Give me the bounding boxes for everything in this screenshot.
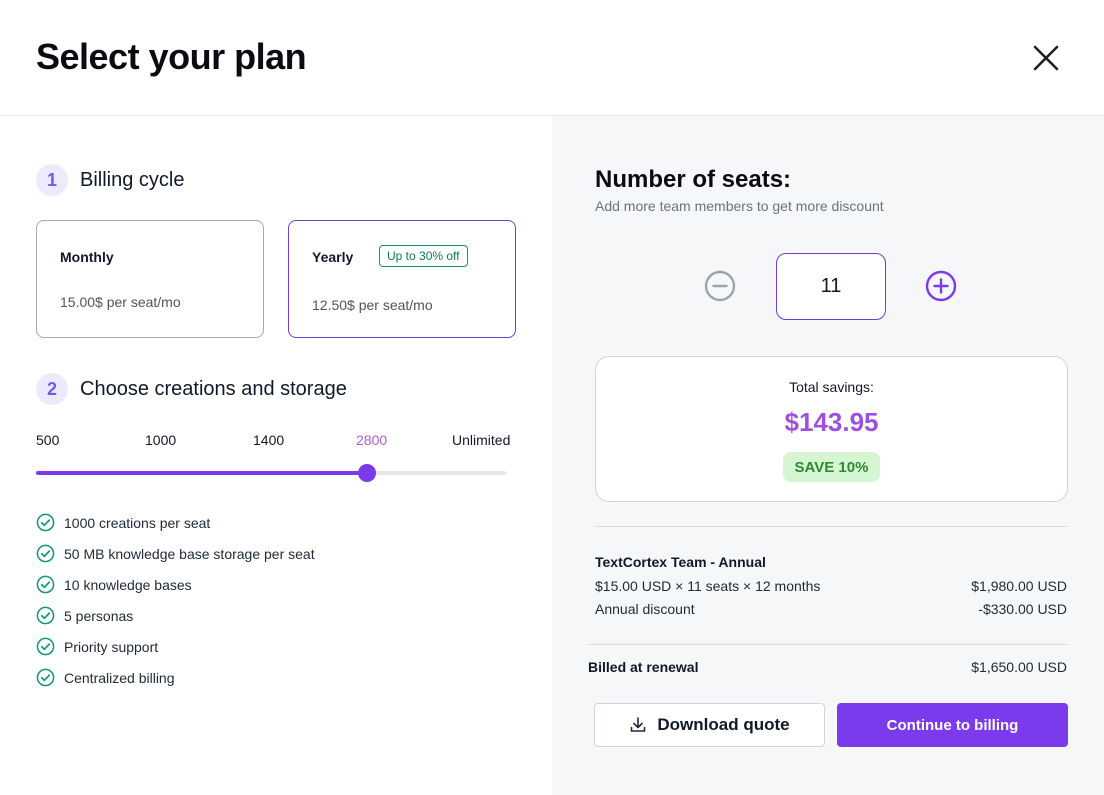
billing-option-yearly[interactable]: Yearly Up to 30% off 12.50$ per seat/mo: [288, 220, 516, 338]
download-icon: [631, 717, 646, 732]
step-number: 1: [36, 164, 68, 196]
check-circle-icon: [36, 513, 55, 532]
discount-badge: Up to 30% off: [379, 245, 468, 267]
seats-subtitle: Add more team members to get more discou…: [595, 198, 884, 214]
slider-stop-1400[interactable]: 1400: [253, 432, 284, 448]
download-label: Download quote: [657, 715, 790, 734]
feature-text: Centralized billing: [64, 669, 175, 686]
save-badge: SAVE 10%: [783, 452, 880, 482]
check-circle-icon: [36, 575, 55, 594]
feature-item: 1000 creations per seat: [36, 507, 315, 538]
feature-item: Priority support: [36, 631, 315, 662]
savings-label: Total savings:: [789, 379, 874, 395]
line-item-value: $1,980.00 USD: [971, 578, 1067, 594]
decrease-seats-button[interactable]: [704, 270, 736, 302]
option-name: Yearly: [312, 249, 354, 265]
check-circle-icon: [36, 544, 55, 563]
storage-slider[interactable]: [36, 464, 506, 482]
increase-seats-button[interactable]: [925, 270, 957, 302]
slider-stop-2800[interactable]: 2800: [356, 432, 387, 448]
slider-fill: [36, 471, 367, 475]
savings-amount: $143.95: [596, 407, 1067, 438]
seats-title: Number of seats:: [595, 166, 792, 193]
discount-label: Annual discount: [595, 601, 695, 617]
plus-circle-icon: [925, 270, 957, 302]
feature-item: 10 knowledge bases: [36, 569, 315, 600]
feature-item: 50 MB knowledge base storage per seat: [36, 538, 315, 569]
check-circle-icon: [36, 606, 55, 625]
discount-value: -$330.00 USD: [978, 601, 1067, 617]
slider-stop-500[interactable]: 500: [36, 432, 59, 448]
divider: [588, 644, 1068, 645]
billed-label: Billed at renewal: [588, 659, 699, 675]
minus-circle-icon: [704, 270, 736, 302]
feature-text: Priority support: [64, 638, 159, 655]
close-icon: [1033, 45, 1059, 71]
order-summary-panel: Number of seats: Add more team members t…: [552, 116, 1104, 795]
page-title: Select your plan: [36, 36, 307, 77]
slider-stop-1000[interactable]: 1000: [145, 432, 176, 448]
billed-value: $1,650.00 USD: [971, 659, 1067, 675]
check-circle-icon: [36, 637, 55, 656]
continue-to-billing-button[interactable]: Continue to billing: [837, 703, 1068, 747]
close-button[interactable]: [1028, 40, 1064, 76]
slider-stop-unlimited[interactable]: Unlimited: [452, 432, 510, 448]
summary-title: TextCortex Team - Annual: [595, 554, 766, 570]
option-name: Monthly: [60, 249, 114, 265]
plan-options-panel: 1 Billing cycle Monthly 15.00$ per seat/…: [0, 116, 552, 795]
feature-text: 50 MB knowledge base storage per seat: [64, 545, 315, 562]
step-label: Choose creations and storage: [80, 377, 347, 400]
download-quote-button[interactable]: Download quote: [594, 703, 825, 747]
seats-input[interactable]: [776, 253, 886, 320]
modal-header: Select your plan: [0, 0, 1104, 116]
step-number: 2: [36, 373, 68, 405]
feature-list: 1000 creations per seat 50 MB knowledge …: [36, 507, 315, 693]
check-circle-icon: [36, 668, 55, 687]
option-price: 12.50$ per seat/mo: [312, 297, 433, 313]
billing-option-monthly[interactable]: Monthly 15.00$ per seat/mo: [36, 220, 264, 338]
feature-item: 5 personas: [36, 600, 315, 631]
feature-item: Centralized billing: [36, 662, 315, 693]
slider-thumb[interactable]: [358, 464, 376, 482]
feature-text: 10 knowledge bases: [64, 576, 192, 593]
step-label: Billing cycle: [80, 168, 185, 191]
feature-text: 1000 creations per seat: [64, 514, 211, 531]
option-price: 15.00$ per seat/mo: [60, 294, 181, 310]
storage-heading: 2 Choose creations and storage: [36, 373, 347, 405]
divider: [595, 526, 1068, 527]
line-item-label: $15.00 USD × 11 seats × 12 months: [595, 578, 821, 594]
feature-text: 5 personas: [64, 607, 134, 624]
savings-card: Total savings: $143.95 SAVE 10%: [595, 356, 1068, 502]
billing-cycle-heading: 1 Billing cycle: [36, 164, 184, 196]
